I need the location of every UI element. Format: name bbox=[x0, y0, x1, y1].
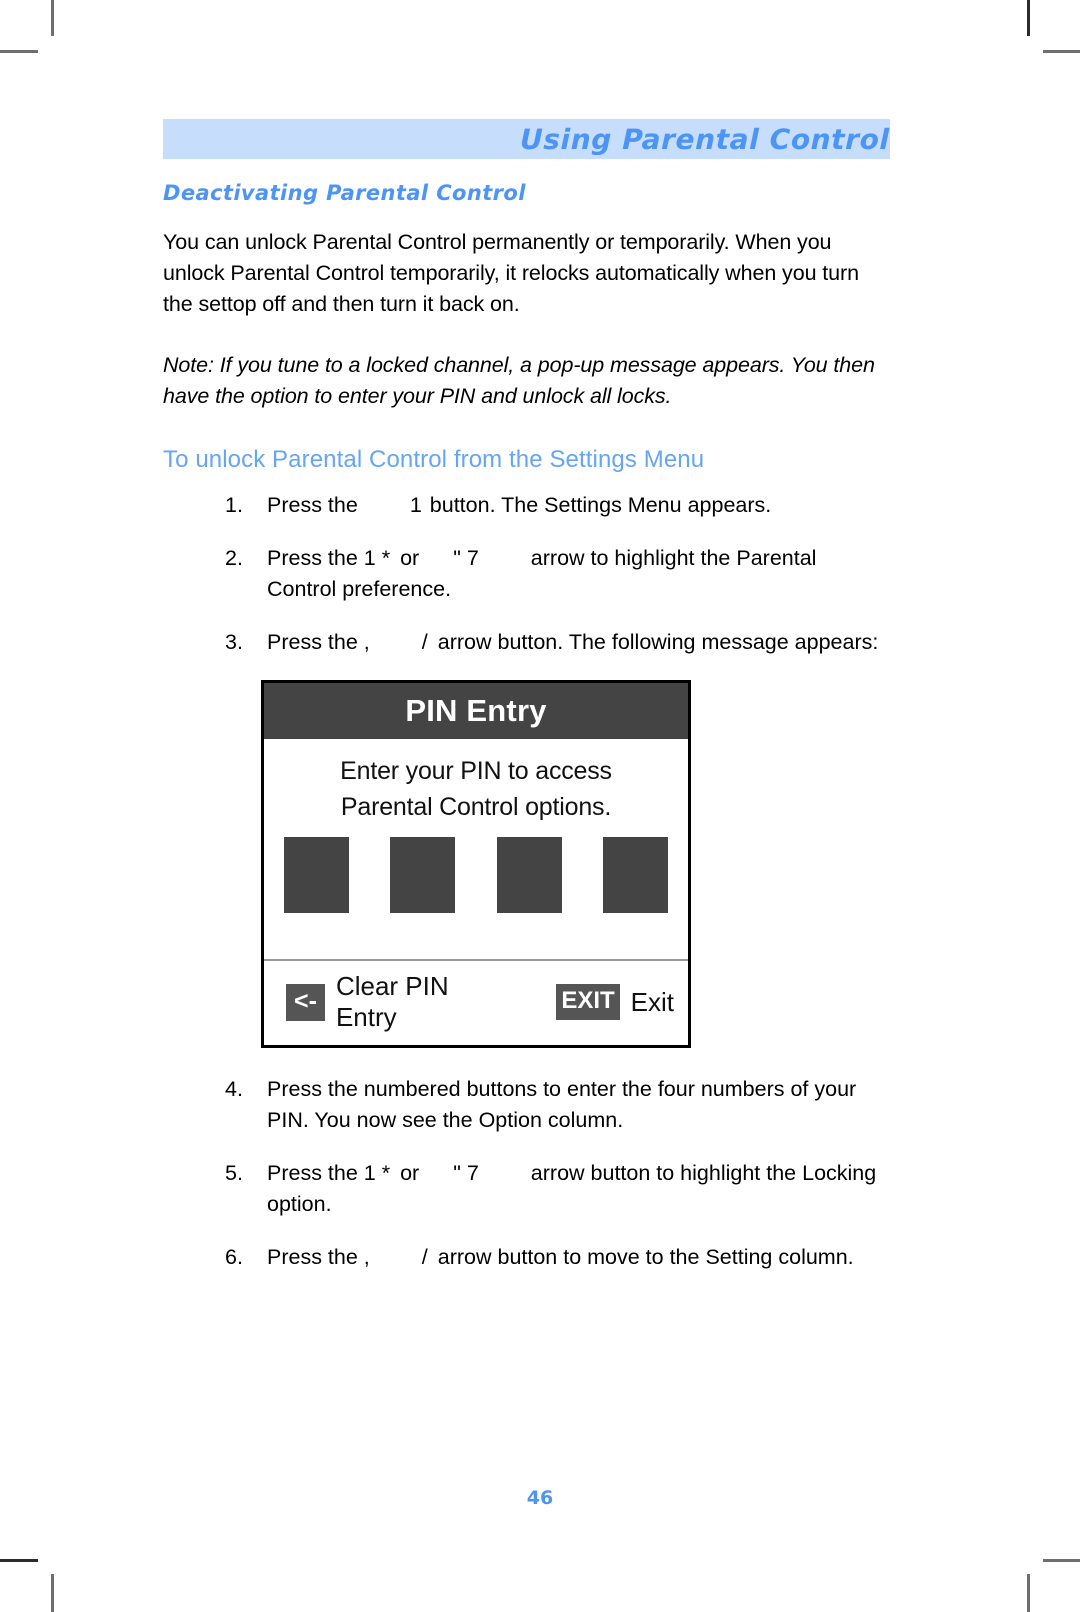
crop-mark-bottom-left-horizontal bbox=[0, 1559, 38, 1562]
crop-mark-top-right-horizontal bbox=[1043, 50, 1080, 53]
step-number: 1. bbox=[225, 493, 243, 517]
step-number: 6. bbox=[225, 1245, 243, 1269]
step-text-part-a: Press the , bbox=[267, 1245, 370, 1269]
running-head-title: Using Parental Control bbox=[520, 122, 891, 156]
list-item: 2. Press the 1 * or " 7 arrow to highlight … bbox=[163, 543, 890, 605]
step-text: Press the numbered buttons to enter the … bbox=[267, 1077, 857, 1132]
step-remote-key-glyph: or bbox=[400, 546, 420, 570]
intro-paragraph: You can unlock Parental Control permanen… bbox=[163, 230, 859, 316]
pin-prompt-line-2: Parental Control options. bbox=[340, 793, 612, 821]
step-number: 4. bbox=[225, 1077, 243, 1101]
list-item: 1. Press the 1 button. The Settings Menu a… bbox=[163, 490, 890, 521]
step-text-part-b: arrow button. The following message appe… bbox=[437, 630, 879, 654]
step-text: Press the 1 * or " 7 arrow button to highli… bbox=[267, 1158, 890, 1220]
pin-digit-box[interactable] bbox=[390, 837, 456, 913]
list-item: 5. Press the 1 * or " 7 arrow button to hig… bbox=[163, 1158, 890, 1220]
step-list-lower: 4. Press the numbered buttons to enter t… bbox=[163, 1074, 890, 1273]
list-item: 6. Press the , / arrow button to move to t… bbox=[163, 1242, 890, 1273]
step-remote-key-glyph: or bbox=[400, 1161, 420, 1185]
step-text: Press the 1 button. The Settings Menu appe… bbox=[267, 490, 890, 521]
step-text-part-b: button. The Settings Menu appears. bbox=[429, 493, 772, 517]
exit-key-icon: EXIT bbox=[556, 984, 620, 1020]
step-remote-key-glyph: 1 bbox=[409, 493, 422, 517]
step-list-upper: 1. Press the 1 button. The Settings Menu a… bbox=[163, 490, 890, 658]
pin-dialog-footer: <- Clear PIN Entry EXIT Exit bbox=[264, 959, 688, 1045]
crop-mark-bottom-left-vertical bbox=[51, 1574, 54, 1612]
step-number: 3. bbox=[225, 630, 243, 654]
step-number: 2. bbox=[225, 546, 243, 570]
page-number: 46 bbox=[526, 1487, 554, 1509]
pin-digit-box[interactable] bbox=[284, 837, 349, 913]
step-text-part-b: " 7 bbox=[453, 1161, 479, 1185]
step-text-part-a: Press the 1 * bbox=[267, 1161, 391, 1185]
step-number: 5. bbox=[225, 1161, 243, 1185]
pin-dialog-body: Enter your PIN to access Parental Contro… bbox=[264, 739, 688, 959]
exit-label: Exit bbox=[630, 986, 674, 1017]
crop-mark-top-left-vertical bbox=[51, 0, 54, 36]
clear-pin-entry-label: Clear PIN Entry bbox=[335, 971, 449, 1032]
pin-dialog-spacer bbox=[264, 913, 688, 959]
pin-digit-box[interactable] bbox=[496, 837, 562, 913]
step-text-part-b: " 7 bbox=[453, 546, 479, 570]
section-heading: Deactivating Parental Control bbox=[163, 181, 526, 205]
list-item: 4. Press the numbered buttons to enter t… bbox=[163, 1074, 890, 1136]
manual-page: Using Parental Control Deactivating Pare… bbox=[0, 0, 1080, 1612]
pin-dialog-title: PIN Entry bbox=[405, 693, 547, 728]
crop-mark-top-left-horizontal bbox=[0, 50, 38, 53]
step-text: Press the , / arrow button. The following … bbox=[267, 627, 890, 658]
note-paragraph: Note: If you tune to a locked channel, a… bbox=[163, 353, 875, 408]
crop-mark-bottom-right-horizontal bbox=[1043, 1559, 1080, 1562]
procedure-subheading: To unlock Parental Control from the Sett… bbox=[163, 446, 705, 473]
step-text: Press the , / arrow button to move to the … bbox=[267, 1242, 890, 1273]
pin-dialog-titlebar: PIN Entry bbox=[264, 683, 688, 739]
exit-action[interactable]: EXIT Exit bbox=[556, 984, 674, 1020]
list-item: 3. Press the , / arrow button. The followi… bbox=[163, 627, 890, 658]
step-text-part-a: Press the bbox=[267, 493, 358, 517]
running-head-bar: Using Parental Control bbox=[163, 119, 890, 159]
step-text: Press the 1 * or " 7 arrow to highlight the… bbox=[267, 543, 890, 605]
pin-entry-dialog-figure: PIN Entry Enter your PIN to access Paren… bbox=[261, 680, 691, 1048]
crop-mark-top-right-vertical bbox=[1027, 0, 1030, 36]
step-text-part-b: arrow button to move to the Setting colu… bbox=[437, 1245, 854, 1269]
step-text-part-a: Press the , bbox=[267, 630, 370, 654]
step-remote-key-glyph: / bbox=[421, 1245, 428, 1269]
page-content: Using Parental Control Deactivating Pare… bbox=[163, 119, 890, 1273]
clear-pin-entry-action[interactable]: <- Clear PIN Entry bbox=[286, 971, 502, 1033]
step-remote-key-glyph: / bbox=[421, 630, 428, 654]
pin-entry-box-group bbox=[264, 825, 688, 913]
crop-mark-bottom-right-vertical bbox=[1027, 1574, 1030, 1612]
pin-prompt-line-1: Enter your PIN to access bbox=[340, 757, 612, 785]
step-text-part-a: Press the 1 * bbox=[267, 546, 391, 570]
back-arrow-icon: <- bbox=[286, 983, 325, 1021]
pin-digit-box[interactable] bbox=[602, 837, 668, 913]
